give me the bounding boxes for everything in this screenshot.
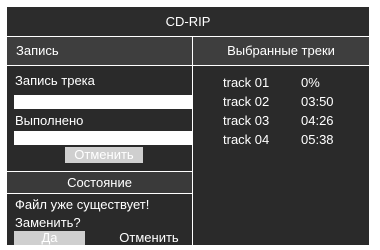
cancel-replace-button[interactable]: Отменить [113, 231, 185, 245]
track-name: track 02 [223, 94, 270, 109]
record-section-title: Запись [7, 37, 193, 65]
replace-question: Заменить? [15, 215, 81, 230]
track-row[interactable]: track 03 04:26 [223, 111, 363, 130]
status-section-title: Состояние [7, 171, 192, 194]
track-duration: 05:38 [301, 132, 334, 147]
cancel-record-button[interactable]: Отменить [65, 147, 143, 163]
window-title: CD-RIP [7, 7, 369, 37]
cd-rip-window: CD-RIP Запись Выбранные треки Запись тре… [6, 6, 370, 246]
selected-tracks-title: Выбранные треки [227, 43, 335, 58]
progress-label: Выполнено [15, 113, 84, 128]
track-record-field [14, 95, 193, 109]
track-row[interactable]: track 01 0% [223, 73, 363, 92]
track-duration: 04:26 [301, 113, 334, 128]
track-record-label: Запись трека [15, 73, 95, 88]
selected-tracks-list: track 01 0% track 02 03:50 track 03 04:2… [193, 66, 369, 245]
file-exists-message: Файл уже существует! [15, 197, 150, 212]
track-duration: 03:50 [301, 94, 334, 109]
track-row[interactable]: track 02 03:50 [223, 92, 363, 111]
track-name: track 03 [223, 113, 270, 128]
track-duration: 0% [301, 75, 320, 90]
track-row[interactable]: track 04 05:38 [223, 130, 363, 149]
track-name: track 01 [223, 75, 270, 90]
yes-button[interactable]: Да [14, 231, 85, 245]
record-panel: Запись трека Выполнено Отменить Состояни… [7, 66, 193, 245]
progress-field [14, 131, 193, 145]
section-header-row: Запись Выбранные треки [7, 37, 369, 66]
track-name: track 04 [223, 132, 270, 147]
